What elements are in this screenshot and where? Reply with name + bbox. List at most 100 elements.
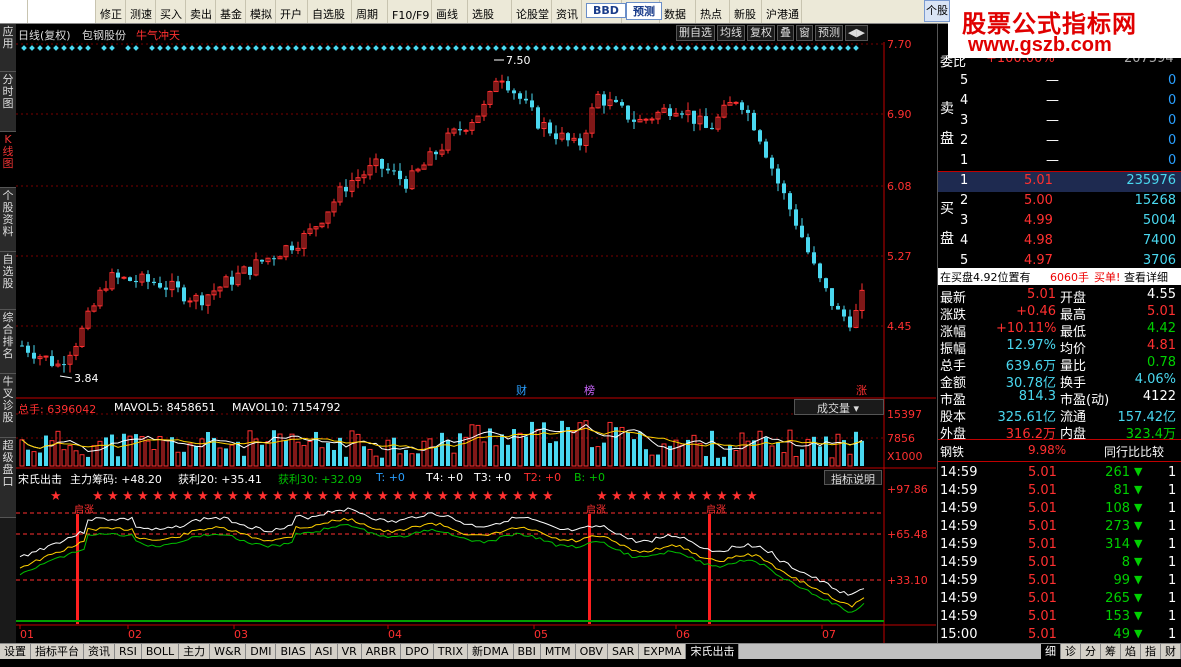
- toolbar-item-2[interactable]: 修正: [96, 0, 126, 23]
- toolbar-item-15[interactable]: 资讯: [552, 0, 582, 23]
- toolbar-item-11[interactable]: F10/F9: [388, 0, 432, 23]
- toolbar-item-14[interactable]: 论股堂: [512, 0, 552, 23]
- toolbar-item-9[interactable]: 自选股: [308, 0, 352, 23]
- bottom-tab-1[interactable]: 指标平台: [31, 644, 84, 659]
- bottom-tab-5[interactable]: 主力: [179, 644, 211, 659]
- tick-time: 14:59: [940, 555, 978, 570]
- bottom-tab-19[interactable]: EXPMA: [639, 644, 687, 659]
- panel-tab-0[interactable]: 细: [1041, 644, 1061, 659]
- volume-bar-down: [86, 456, 90, 466]
- volume-bar-down: [776, 442, 780, 466]
- left-tab-4[interactable]: 自选股: [0, 252, 16, 310]
- bottom-tab-12[interactable]: DPO: [401, 644, 434, 659]
- buy-volume: 3706: [1142, 253, 1176, 268]
- chart-button-3[interactable]: 叠: [777, 25, 794, 41]
- bottom-tab-15[interactable]: BBI: [513, 644, 541, 659]
- left-tab-2[interactable]: K线图: [0, 132, 16, 188]
- left-tab-7[interactable]: 超级盘口: [0, 438, 16, 518]
- order-detail-link[interactable]: 查看详细: [1124, 269, 1168, 285]
- signal-diamond: [453, 45, 459, 51]
- left-tab-0[interactable]: 应用: [0, 24, 16, 72]
- toolbar-item-8[interactable]: 开户: [276, 0, 308, 23]
- chart-button-2[interactable]: 复权: [747, 25, 775, 41]
- toolbar-item-7[interactable]: 模拟: [246, 0, 276, 23]
- panel-tab-4[interactable]: 焰: [1121, 644, 1141, 659]
- bottom-tab-7[interactable]: DMI: [246, 644, 277, 659]
- bottom-tab-3[interactable]: RSI: [115, 644, 142, 659]
- bottom-tab-2[interactable]: 资讯: [84, 644, 115, 659]
- toolbar-item-13[interactable]: 选股: [468, 0, 512, 23]
- panel-tab-1[interactable]: 诊: [1061, 644, 1081, 659]
- bottom-tab-20[interactable]: 宋氏出击: [686, 644, 740, 659]
- toolbar-item-16[interactable]: BBD: [582, 0, 626, 23]
- bottom-tab-11[interactable]: ARBR: [361, 644, 402, 659]
- bottom-tab-8[interactable]: BIAS: [276, 644, 311, 659]
- industry-compare-button[interactable]: 同行比比较: [1104, 443, 1164, 460]
- toolbar-badge-16: BBD: [586, 3, 626, 18]
- signal-diamond: [629, 45, 635, 51]
- candle-down: [392, 170, 396, 172]
- indicator-help-button[interactable]: 指标说明: [824, 470, 882, 486]
- star-icon: ★: [731, 489, 743, 504]
- panel-tab-6[interactable]: 财: [1161, 644, 1181, 659]
- volume-bar-up: [835, 433, 841, 467]
- bottom-tab-14[interactable]: 新DMA: [468, 644, 514, 659]
- bottom-tab-6[interactable]: W&R: [210, 644, 247, 659]
- chart-button-0[interactable]: 删自选: [676, 25, 715, 41]
- bottom-tab-16[interactable]: MTM: [540, 644, 576, 659]
- bottom-tab-17[interactable]: OBV: [575, 644, 608, 659]
- candle-down: [32, 352, 36, 359]
- candle-down: [806, 237, 810, 253]
- bottom-tab-18[interactable]: SAR: [607, 644, 640, 659]
- app-menu-icon[interactable]: [0, 0, 28, 23]
- volume-bar-up: [145, 440, 151, 467]
- star-icon: ★: [656, 489, 668, 504]
- toolbar-item-10[interactable]: 周期: [352, 0, 388, 23]
- candle-down: [524, 98, 528, 101]
- chart-button-5[interactable]: 预测: [815, 25, 843, 41]
- left-tab-3[interactable]: 个股资料: [0, 188, 16, 252]
- toolbar-item-4[interactable]: 买入: [156, 0, 186, 23]
- chart-button-6[interactable]: ◀▶: [845, 25, 868, 41]
- left-tab-5[interactable]: 综合排名: [0, 310, 16, 374]
- toolbar-item-12[interactable]: 画线: [432, 0, 468, 23]
- panel-tab-2[interactable]: 分: [1081, 644, 1101, 659]
- toolbar-item-19[interactable]: 热点: [696, 0, 730, 23]
- left-tab-6[interactable]: 牛叉诊股: [0, 374, 16, 438]
- toolbar-item-21[interactable]: 沪港通: [762, 0, 802, 23]
- toolbar-item-geGu[interactable]: 个股: [924, 0, 950, 22]
- search-box[interactable]: [28, 0, 96, 23]
- bottom-tab-0[interactable]: 设置: [0, 644, 31, 659]
- toolbar-item-20[interactable]: 新股: [730, 0, 762, 23]
- bottom-tab-9[interactable]: ASI: [310, 644, 338, 659]
- toolbar-item-18[interactable]: 数据: [660, 0, 696, 23]
- price-tick-label: 7.70: [887, 38, 912, 51]
- candle-down: [200, 295, 204, 306]
- volume-bar-down: [524, 436, 528, 466]
- toolbar-item-3[interactable]: 测速: [126, 0, 156, 23]
- candle-down: [404, 179, 408, 189]
- chart-button-4[interactable]: 窗: [796, 25, 813, 41]
- chart-button-1[interactable]: 均线: [717, 25, 745, 41]
- left-tab-1[interactable]: 分时图: [0, 72, 16, 132]
- candle-down: [20, 345, 24, 347]
- bottom-tab-13[interactable]: TRIX: [433, 644, 469, 659]
- star-icon: ★: [227, 489, 239, 504]
- toolbar-item-5[interactable]: 卖出: [186, 0, 216, 23]
- toolbar-item-17[interactable]: 预测: [622, 0, 662, 23]
- signal-diamond: [501, 45, 507, 51]
- toolbar-item-6[interactable]: 基金: [216, 0, 246, 23]
- volume-bar-up: [805, 438, 811, 467]
- tick-price: 5.01: [1028, 591, 1057, 606]
- volume-indicator-select[interactable]: 成交量 ▾: [794, 399, 884, 415]
- candle-down: [398, 170, 402, 180]
- bottom-tab-10[interactable]: VR: [337, 644, 362, 659]
- bottom-tab-4[interactable]: BOLL: [141, 644, 180, 659]
- signal-diamond: [85, 45, 91, 51]
- volume-bar-down: [194, 446, 198, 466]
- candle-down: [134, 280, 138, 283]
- kline-chart-area[interactable]: 7.70 6.90 6.08 5.27 4.45 7.50 3.84 财 榜 涨 15397 7856…: [16, 24, 936, 643]
- panel-tab-3[interactable]: 筹: [1101, 644, 1121, 659]
- star-icon: ★: [107, 489, 119, 504]
- panel-tab-5[interactable]: 指: [1141, 644, 1161, 659]
